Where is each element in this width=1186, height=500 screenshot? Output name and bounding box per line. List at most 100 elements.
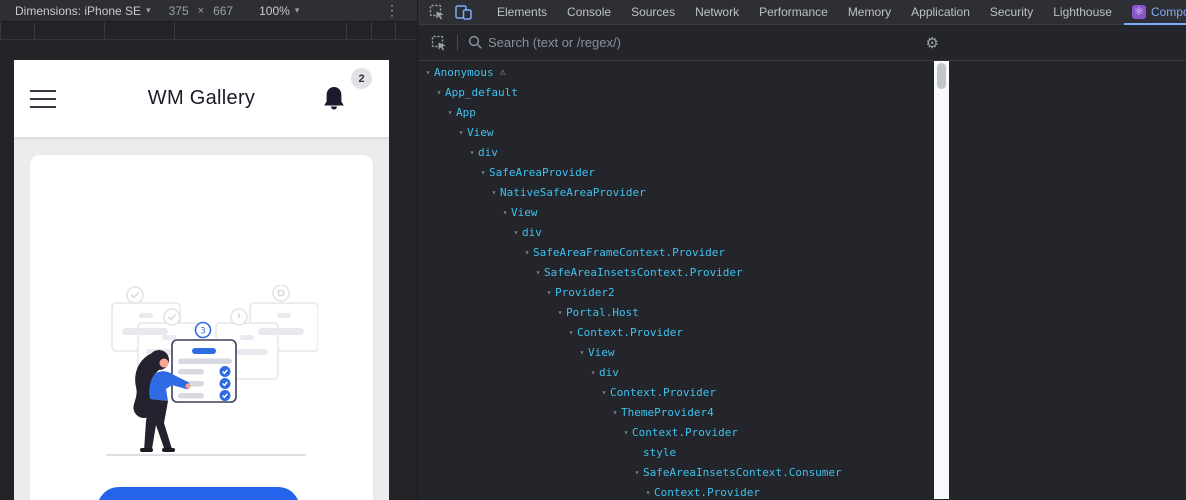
primary-action-button[interactable] (97, 487, 300, 500)
expand-arrow-icon[interactable]: ▾ (620, 423, 632, 443)
component-name: View (467, 123, 494, 143)
component-name: div (478, 143, 498, 163)
tab-label: Memory (848, 0, 891, 25)
tree-node-anonymous[interactable]: ▾Anonymous⚠ (418, 63, 934, 83)
tab-label: Security (990, 0, 1033, 25)
component-name: Portal.Host (566, 303, 639, 323)
expand-arrow-icon[interactable]: ▾ (554, 303, 566, 323)
tree-node-view[interactable]: ▾View (418, 203, 934, 223)
empty-state-card: 3 (30, 155, 373, 500)
expand-arrow-icon[interactable]: ▾ (532, 263, 544, 283)
tab-console[interactable]: Console (557, 0, 621, 25)
warning-icon: ⚠ (500, 63, 506, 83)
tree-node-nativesafeareaprovider[interactable]: ▾NativeSafeAreaProvider (418, 183, 934, 203)
expand-arrow-icon[interactable]: ▾ (433, 83, 445, 103)
tab-sources[interactable]: Sources (621, 0, 685, 25)
expand-arrow-icon[interactable]: ▾ (444, 103, 456, 123)
tree-node-portal-host[interactable]: ▾Portal.Host (418, 303, 934, 323)
tab-memory[interactable]: Memory (838, 0, 901, 25)
expand-arrow-icon[interactable]: ▾ (477, 163, 489, 183)
tab-label: Console (567, 0, 611, 25)
browser-devtools-window: Dimensions: iPhone SE ▾ 375 × 667 100% ▾… (0, 0, 1186, 500)
search-icon (463, 35, 488, 50)
tree-node-app-default[interactable]: ▾App_default (418, 83, 934, 103)
settings-gear-icon[interactable]: ⚙ (924, 34, 941, 52)
expand-arrow-icon[interactable]: ▾ (521, 243, 533, 263)
tab-network[interactable]: Network (685, 0, 749, 25)
expand-arrow-icon[interactable]: ▾ (499, 203, 511, 223)
expand-arrow-icon[interactable]: ▾ (565, 323, 577, 343)
dimensions-select[interactable]: Dimensions: iPhone SE ▾ (15, 4, 151, 18)
scrollbar-thumb[interactable] (937, 63, 946, 89)
devtools-panel: Elements Console Sources Network Performance… (417, 0, 1186, 500)
tab-label: Network (695, 0, 739, 25)
tab-label: Sources (631, 0, 675, 25)
expand-arrow-icon[interactable]: ▾ (455, 123, 467, 143)
phone-viewport: WM Gallery 2 (14, 60, 389, 500)
tab-label: Application (911, 0, 970, 25)
expand-arrow-icon[interactable]: ▾ (466, 143, 478, 163)
height-field[interactable]: 667 (213, 4, 233, 18)
devtools-tab-bar: Elements Console Sources Network Performance… (418, 0, 1186, 25)
component-name: View (588, 343, 615, 363)
expand-arrow-icon[interactable]: ▾ (510, 223, 522, 243)
expand-arrow-icon[interactable]: ▾ (631, 463, 643, 483)
tree-node-themeprovider4[interactable]: ▾ThemeProvider4 (418, 403, 934, 423)
component-name: App_default (445, 83, 518, 103)
component-tree: ▾Anonymous⚠▾App_default▾App▾View▾div▾Saf… (418, 61, 934, 499)
tab-application[interactable]: Application (901, 0, 980, 25)
tab-performance[interactable]: Performance (749, 0, 838, 25)
more-options-icon[interactable]: ⋮ (385, 2, 399, 19)
tree-node-view[interactable]: ▾View (418, 343, 934, 363)
width-field[interactable]: 375 (169, 4, 189, 18)
component-name: SafeAreaFrameContext.Provider (533, 243, 725, 263)
device-toolbar: Dimensions: iPhone SE ▾ 375 × 667 100% ▾… (0, 0, 417, 22)
component-name: Context.Provider (632, 423, 738, 443)
tab-components[interactable]: ⚛ Components (1122, 0, 1186, 25)
tree-node-style[interactable]: style (418, 443, 934, 463)
tree-node-context-provider[interactable]: ▾Context.Provider (418, 323, 934, 343)
app-content: 3 (14, 137, 389, 500)
component-name: style (643, 443, 676, 463)
tree-node-context-provider[interactable]: ▾Context.Provider (418, 383, 934, 403)
tab-lighthouse[interactable]: Lighthouse (1043, 0, 1122, 25)
tree-node-safeareaframecontext-provider[interactable]: ▾SafeAreaFrameContext.Provider (418, 243, 934, 263)
tree-node-safeareaprovider[interactable]: ▾SafeAreaProvider (418, 163, 934, 183)
tree-node-context-provider[interactable]: ▾Context.Provider (418, 483, 934, 499)
device-toolbar-toggle-icon[interactable] (450, 5, 477, 20)
tree-node-context-provider[interactable]: ▾Context.Provider (418, 423, 934, 443)
multiply-icon: × (198, 5, 204, 17)
components-inspect-icon[interactable] (426, 35, 452, 51)
tree-node-app[interactable]: ▾App (418, 103, 934, 123)
zoom-select[interactable]: 100% ▾ (259, 4, 299, 18)
expand-arrow-icon[interactable]: ▾ (587, 363, 599, 383)
expand-arrow-icon[interactable]: ▾ (543, 283, 555, 303)
search-input[interactable] (488, 35, 924, 50)
tab-label: Components (1151, 0, 1186, 25)
tree-node-div[interactable]: ▾div (418, 223, 934, 243)
component-name: Context.Provider (610, 383, 716, 403)
component-name: SafeAreaInsetsContext.Consumer (643, 463, 842, 483)
inspect-element-icon[interactable] (424, 4, 450, 20)
expand-arrow-icon[interactable]: ▾ (422, 63, 434, 83)
tree-node-safeareainsetscontext-provider[interactable]: ▾SafeAreaInsetsContext.Provider (418, 263, 934, 283)
expand-arrow-icon[interactable]: ▾ (642, 483, 654, 499)
tree-node-view[interactable]: ▾View (418, 123, 934, 143)
tab-security[interactable]: Security (980, 0, 1043, 25)
scrollbar[interactable] (934, 61, 949, 499)
expand-arrow-icon[interactable]: ▾ (576, 343, 588, 363)
component-name: div (522, 223, 542, 243)
expand-arrow-icon[interactable]: ▾ (488, 183, 500, 203)
components-toolbar: ⚙ (418, 25, 1186, 61)
react-logo-icon: ⚛ (1132, 5, 1146, 19)
tree-node-safeareainsetscontext-consumer[interactable]: ▾SafeAreaInsetsContext.Consumer (418, 463, 934, 483)
tab-label: Lighthouse (1053, 0, 1112, 25)
tree-node-div[interactable]: ▾div (418, 363, 934, 383)
tree-node-provider2[interactable]: ▾Provider2 (418, 283, 934, 303)
expand-arrow-icon[interactable]: ▾ (609, 403, 621, 423)
expand-arrow-icon[interactable]: ▾ (598, 383, 610, 403)
tree-node-div[interactable]: ▾div (418, 143, 934, 163)
notification-bell-icon[interactable] (321, 85, 347, 113)
component-name: View (511, 203, 538, 223)
tab-elements[interactable]: Elements (487, 0, 557, 25)
